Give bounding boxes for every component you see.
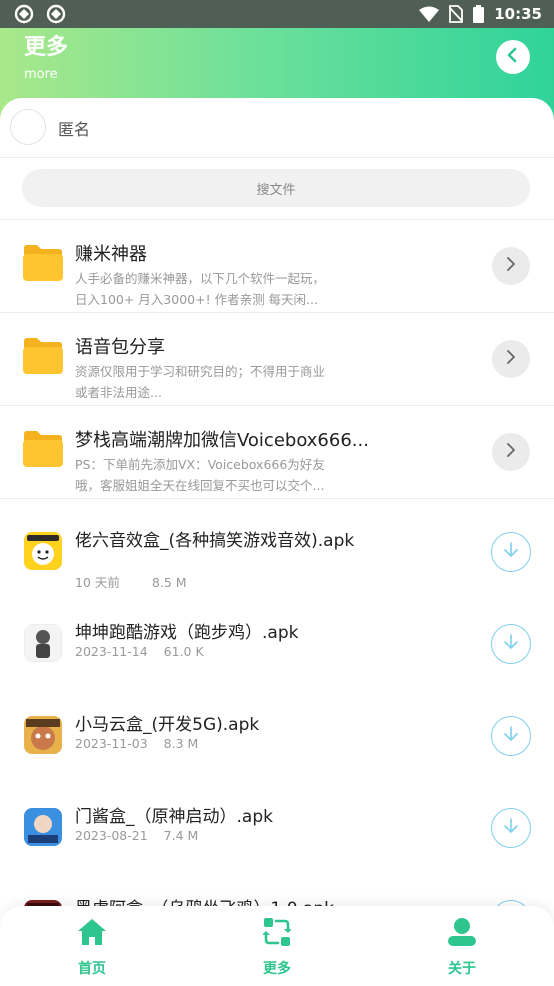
app-icon bbox=[24, 532, 62, 570]
download-icon bbox=[502, 725, 520, 747]
file-item[interactable]: 坤坤跑酷游戏（跑步鸡）.apk 2023-11-14 61.0 K bbox=[0, 602, 554, 694]
download-button[interactable] bbox=[491, 716, 531, 756]
file-title: 小马云盒_(开发5G).apk bbox=[75, 715, 260, 735]
status-time: 10:35 bbox=[494, 5, 542, 23]
folder-title: 语音包分享 bbox=[75, 337, 165, 358]
folder-item[interactable]: 梦栈高端潮牌加微信Voicebox666... PS：下单前先添加VX：Voic… bbox=[0, 406, 554, 499]
folder-desc-line: 资源仅限用于学习和研究目的；不得用于商业 bbox=[75, 364, 326, 379]
avatar[interactable] bbox=[10, 109, 46, 145]
user-icon bbox=[447, 916, 477, 948]
status-bar: 10:35 bbox=[0, 0, 554, 28]
file-date: 2023-08-21 bbox=[75, 828, 148, 843]
file-date: 10 天前 bbox=[75, 575, 120, 590]
chevron-right-icon bbox=[504, 256, 518, 276]
nav-about-label: 关于 bbox=[448, 961, 476, 977]
nav-more-label: 更多 bbox=[263, 961, 291, 977]
file-item[interactable]: 小马云盒_(开发5G).apk 2023-11-03 8.3 M bbox=[0, 694, 554, 786]
download-icon bbox=[502, 633, 520, 655]
app-icon bbox=[24, 624, 62, 662]
page-subtitle: more bbox=[24, 67, 58, 82]
file-meta: 2023-08-21 7.4 M bbox=[75, 828, 198, 843]
download-icon bbox=[502, 541, 520, 563]
file-title: 佬六音效盒_(各种搞笑游戏音效).apk bbox=[75, 531, 355, 551]
refresh-icon bbox=[263, 916, 291, 948]
folder-desc-line: 哦，客服姐姐全天在线回复不买也可以交个... bbox=[75, 478, 325, 493]
app-icon bbox=[24, 808, 62, 846]
file-meta: 2023-11-14 61.0 K bbox=[75, 644, 204, 659]
folder-desc-line: 或者非法用途... bbox=[75, 385, 162, 400]
file-date: 2023-11-03 bbox=[75, 736, 148, 751]
folder-description: PS：下单前先添加VX：Voicebox666为好友 哦，客服姐姐全天在线回复不… bbox=[75, 454, 365, 496]
file-date: 2023-11-14 bbox=[75, 644, 148, 659]
battery-icon bbox=[473, 5, 485, 23]
wifi-icon bbox=[419, 6, 440, 22]
folder-title: 梦栈高端潮牌加微信Voicebox666... bbox=[75, 430, 369, 451]
bottom-nav: 首页 更多 关于 bbox=[0, 906, 554, 986]
file-meta: 2023-11-03 8.3 M bbox=[75, 736, 198, 751]
download-button[interactable] bbox=[491, 624, 531, 664]
file-size: 7.4 M bbox=[163, 828, 199, 843]
folder-icon bbox=[22, 337, 64, 375]
open-folder-button[interactable] bbox=[492, 433, 530, 471]
download-button[interactable] bbox=[491, 532, 531, 572]
app-icon bbox=[46, 4, 66, 24]
chevron-right-icon bbox=[504, 349, 518, 369]
search-input[interactable]: 搜文件 bbox=[22, 169, 530, 207]
page-title: 更多 bbox=[24, 35, 69, 60]
folder-icon bbox=[22, 430, 64, 468]
folder-icon bbox=[22, 244, 64, 282]
nav-about[interactable]: 关于 bbox=[417, 916, 507, 978]
file-title: 坤坤跑酷游戏（跑步鸡）.apk bbox=[75, 623, 299, 643]
user-row[interactable]: 匿名 bbox=[0, 98, 554, 158]
nav-home[interactable]: 首页 bbox=[47, 916, 137, 978]
page-header: 更多 more bbox=[24, 34, 68, 84]
file-item[interactable]: 佬六音效盒_(各种搞笑游戏音效).apk 10 天前 8.5 M bbox=[0, 510, 554, 602]
no-sim-icon bbox=[449, 5, 464, 23]
file-title: 门酱盒_（原神启动）.apk bbox=[75, 807, 273, 827]
home-icon bbox=[77, 916, 107, 948]
folder-description: 人手必备的赚米神器，以下几个软件一起玩， 日入100+ 月入3000+! 作者亲… bbox=[75, 268, 365, 310]
folder-title: 赚米神器 bbox=[75, 244, 147, 265]
folder-description: 资源仅限用于学习和研究目的；不得用于商业 或者非法用途... bbox=[75, 361, 365, 403]
folder-desc-line: 日入100+ 月入3000+! 作者亲测 每天闲... bbox=[75, 292, 318, 307]
folder-desc-line: 人手必备的赚米神器，以下几个软件一起玩， bbox=[75, 271, 326, 286]
back-button[interactable] bbox=[496, 40, 530, 74]
open-folder-button[interactable] bbox=[492, 247, 530, 285]
file-size: 8.5 M bbox=[151, 575, 187, 590]
content-card: 匿名 搜文件 赚米神器 人手必备的赚米神器，以下几个软件一起玩， 日入100+ … bbox=[0, 98, 554, 986]
app-icon bbox=[14, 4, 34, 24]
file-size: 61.0 K bbox=[163, 644, 204, 659]
app-icon bbox=[24, 716, 62, 754]
folder-desc-line: PS：下单前先添加VX：Voicebox666为好友 bbox=[75, 457, 325, 472]
chevron-left-icon bbox=[504, 46, 522, 68]
download-icon bbox=[502, 817, 520, 839]
folder-item[interactable]: 语音包分享 资源仅限用于学习和研究目的；不得用于商业 或者非法用途... bbox=[0, 313, 554, 406]
nav-more[interactable]: 更多 bbox=[232, 916, 322, 978]
open-folder-button[interactable] bbox=[492, 340, 530, 378]
folder-item[interactable]: 赚米神器 人手必备的赚米神器，以下几个软件一起玩， 日入100+ 月入3000+… bbox=[0, 220, 554, 313]
user-name: 匿名 bbox=[58, 120, 91, 139]
chevron-right-icon bbox=[504, 442, 518, 462]
file-size: 8.3 M bbox=[163, 736, 199, 751]
nav-home-label: 首页 bbox=[78, 961, 106, 977]
file-item[interactable]: 门酱盒_（原神启动）.apk 2023-08-21 7.4 M bbox=[0, 786, 554, 878]
search-label: 搜文件 bbox=[256, 182, 296, 198]
download-button[interactable] bbox=[491, 808, 531, 848]
file-meta: 10 天前 8.5 M bbox=[75, 572, 187, 591]
